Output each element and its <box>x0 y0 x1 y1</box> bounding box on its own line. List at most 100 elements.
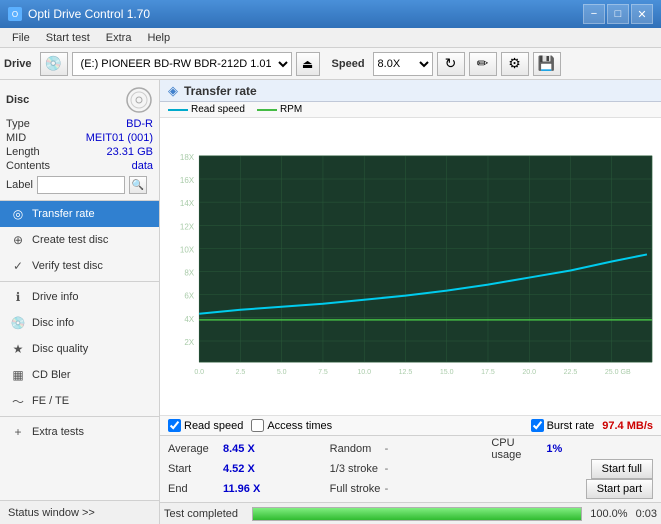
extra-tests-icon: + <box>10 424 26 440</box>
access-times-checkbox-label[interactable]: Access times <box>251 419 332 432</box>
legend-rpm: RPM <box>257 104 302 115</box>
chart-area: 18X 16X 14X 12X 10X 8X 6X 4X 2X 0.0 2.5 … <box>160 118 661 415</box>
stats-area: Average 8.45 X Random - CPU usage 1% Sta… <box>160 435 661 502</box>
length-label: Length <box>6 146 40 158</box>
nav-disc-quality[interactable]: ★ Disc quality <box>0 336 159 362</box>
svg-text:7.5: 7.5 <box>318 369 328 376</box>
drive-icon-button[interactable]: 💿 <box>40 52 68 76</box>
write-button[interactable]: ✏ <box>469 52 497 76</box>
read-speed-checkbox-label[interactable]: Read speed <box>168 419 243 432</box>
maximize-button[interactable]: □ <box>607 4 629 24</box>
sidebar: Disc Type BD-R MID MEIT01 (001) <box>0 80 160 524</box>
save-button[interactable]: 💾 <box>533 52 561 76</box>
menu-extra[interactable]: Extra <box>98 30 140 46</box>
menu-help[interactable]: Help <box>139 30 178 46</box>
stroke13-value: - <box>385 463 389 475</box>
svg-text:4X: 4X <box>184 315 194 324</box>
nav-verify-test-disc[interactable]: ✓ Verify test disc <box>0 253 159 279</box>
progress-bar-container: Test completed 100.0% 0:03 <box>160 502 661 524</box>
svg-text:18X: 18X <box>180 153 195 162</box>
access-times-checkbox[interactable] <box>251 419 264 432</box>
svg-text:10X: 10X <box>180 245 195 254</box>
nav-cd-bler[interactable]: ▦ CD Bler <box>0 362 159 388</box>
nav-create-test-disc[interactable]: ⊕ Create test disc <box>0 227 159 253</box>
legend-rpm-label: RPM <box>280 104 302 115</box>
eject-button[interactable]: ⏏ <box>296 52 320 76</box>
menu-start-test[interactable]: Start test <box>38 30 98 46</box>
svg-text:10.0: 10.0 <box>357 369 371 376</box>
transfer-rate-icon: ◎ <box>10 206 26 222</box>
drive-select[interactable]: (E:) PIONEER BD-RW BDR-212D 1.01 <box>72 52 292 76</box>
cpu-label: CPU usage <box>491 437 546 461</box>
chart-title-icon: ◈ <box>168 83 178 99</box>
legend-read-speed-color <box>168 109 188 111</box>
drive-info-icon: ℹ <box>10 289 26 305</box>
transfer-rate-chart: 18X 16X 14X 12X 10X 8X 6X 4X 2X 0.0 2.5 … <box>164 122 657 411</box>
main-layout: Disc Type BD-R MID MEIT01 (001) <box>0 80 661 524</box>
burst-rate-checkbox-text: Burst rate <box>547 420 595 432</box>
burst-rate-checkbox-label[interactable]: Burst rate <box>531 419 595 432</box>
end-label: End <box>168 483 223 495</box>
nav-extra-tests[interactable]: + Extra tests <box>0 419 159 445</box>
length-value: 23.31 GB <box>107 146 153 158</box>
status-window-label: Status window >> <box>8 507 95 519</box>
nav-drive-info[interactable]: ℹ Drive info <box>0 284 159 310</box>
drive-label: Drive <box>4 58 32 70</box>
settings-button[interactable]: ⚙ <box>501 52 529 76</box>
average-label: Average <box>168 443 223 455</box>
nav-transfer-rate[interactable]: ◎ Transfer rate <box>0 201 159 227</box>
legend-read-speed: Read speed <box>168 104 245 115</box>
svg-text:14X: 14X <box>180 199 195 208</box>
stats-average-col: Average 8.45 X <box>168 443 330 455</box>
label-input[interactable] <box>37 176 125 194</box>
chart-title: Transfer rate <box>184 84 257 98</box>
app-icon: O <box>8 7 22 21</box>
svg-text:0.0: 0.0 <box>194 369 204 376</box>
nav-disc-quality-label: Disc quality <box>32 343 88 355</box>
start-part-button[interactable]: Start part <box>586 479 653 499</box>
svg-text:20.0: 20.0 <box>522 369 536 376</box>
svg-text:8X: 8X <box>184 269 194 278</box>
refresh-button[interactable]: ↻ <box>437 52 465 76</box>
nav-fe-te[interactable]: 〜 FE / TE <box>0 388 159 414</box>
nav-transfer-rate-label: Transfer rate <box>32 208 95 220</box>
progress-percent: 100.0% <box>590 508 627 520</box>
nav-divider-2 <box>0 416 159 417</box>
cd-bler-icon: ▦ <box>10 367 26 383</box>
status-text: Test completed <box>164 508 244 520</box>
stats-start-col: Start 4.52 X <box>168 463 330 475</box>
burst-rate-checkbox[interactable] <box>531 419 544 432</box>
start-value: 4.52 X <box>223 463 268 475</box>
nav-drive-info-label: Drive info <box>32 291 78 303</box>
nav-disc-info[interactable]: 💿 Disc info <box>0 310 159 336</box>
nav-cd-bler-label: CD Bler <box>32 369 71 381</box>
disc-section-label: Disc <box>6 94 29 106</box>
nav-menu: ◎ Transfer rate ⊕ Create test disc ✓ Ver… <box>0 201 159 445</box>
create-test-icon: ⊕ <box>10 232 26 248</box>
type-label: Type <box>6 118 30 130</box>
end-value: 11.96 X <box>223 483 268 495</box>
fe-te-icon: 〜 <box>10 393 26 409</box>
start-full-button[interactable]: Start full <box>591 459 653 479</box>
read-speed-checkbox[interactable] <box>168 419 181 432</box>
svg-text:22.5: 22.5 <box>564 369 578 376</box>
mid-label: MID <box>6 132 26 144</box>
app-title: Opti Drive Control 1.70 <box>28 7 150 21</box>
minimize-button[interactable]: − <box>583 4 605 24</box>
disc-icon <box>125 86 153 114</box>
speed-select[interactable]: 8.0X <box>373 52 433 76</box>
menubar: File Start test Extra Help <box>0 28 661 48</box>
access-times-checkbox-text: Access times <box>267 420 332 432</box>
legend-read-speed-label: Read speed <box>191 104 245 115</box>
nav-verify-test-label: Verify test disc <box>32 260 103 272</box>
stats-full-stroke-col: Full stroke - <box>330 483 492 495</box>
chart-legend: Read speed RPM <box>160 102 661 118</box>
svg-text:15.0: 15.0 <box>440 369 454 376</box>
label-search-button[interactable]: 🔍 <box>129 176 147 194</box>
stats-cpu-col: CPU usage 1% <box>491 437 653 461</box>
mid-value: MEIT01 (001) <box>86 132 153 144</box>
close-button[interactable]: ✕ <box>631 4 653 24</box>
menu-file[interactable]: File <box>4 30 38 46</box>
status-window-button[interactable]: Status window >> <box>0 500 159 524</box>
stroke13-label: 1/3 stroke <box>330 463 385 475</box>
